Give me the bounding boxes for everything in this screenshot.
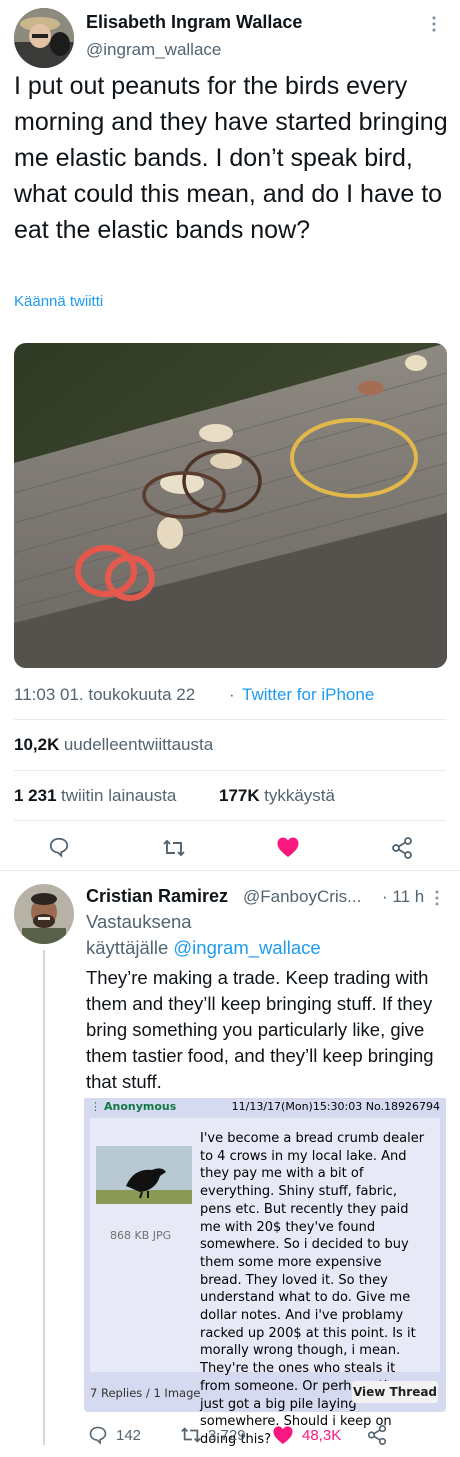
retweets-stat[interactable]: 10,2K uudelleentwiittausta — [14, 735, 213, 755]
retweet-count: 3 729 — [208, 1426, 246, 1444]
tweet-text: I put out peanuts for the birds every mo… — [14, 72, 448, 244]
replying-to-prefix: käyttäjälle — [86, 937, 169, 958]
reply-author-handle[interactable]: @FanboyCris... — [243, 887, 361, 907]
chan-post-body: 868 KB JPG I've become a bread crumb dea… — [90, 1118, 440, 1447]
likes-stat[interactable]: 177K tykkäystä — [219, 786, 335, 806]
retweets-label: uudelleentwiittausta — [63, 735, 214, 754]
reply-retweet-action[interactable]: 3 729 — [180, 1424, 246, 1446]
like-icon — [272, 1425, 294, 1445]
view-thread-button[interactable]: View Thread — [352, 1381, 438, 1403]
replying-prefix: Vastauksena — [86, 911, 192, 932]
author-handle[interactable]: @ingram_wallace — [86, 40, 221, 60]
retweet-icon — [180, 1425, 202, 1445]
share-icon[interactable] — [390, 836, 414, 860]
reply-reply-action[interactable]: 142 — [88, 1424, 141, 1446]
author-name[interactable]: Elisabeth Ingram Wallace — [86, 12, 302, 33]
section-separator — [0, 870, 460, 871]
retweets-count: 10,2K — [14, 735, 60, 754]
divider — [14, 719, 446, 720]
chan-post-footer: 7 Replies / 1 Image — [90, 1386, 201, 1400]
share-icon[interactable] — [366, 1424, 388, 1446]
chan-post-datetime: 11/13/17(Mon)15:30:03 No.18926794 — [231, 1100, 440, 1113]
like-icon[interactable] — [276, 836, 300, 858]
translate-link[interactable]: Käännä twiitti — [14, 293, 103, 310]
tweet-source[interactable]: Twitter for iPhone — [242, 685, 374, 705]
retweet-icon[interactable] — [162, 837, 186, 859]
reply-author-name[interactable]: Cristian Ramirez — [86, 886, 228, 907]
divider — [14, 820, 446, 821]
divider — [14, 770, 446, 771]
quotes-count: 1 231 — [14, 786, 57, 805]
reply-icon — [88, 1425, 108, 1445]
likes-count: 177K — [219, 786, 260, 805]
replying-to: käyttäjälle @ingram_wallace — [86, 937, 321, 959]
replying-to-handle[interactable]: @ingram_wallace — [173, 937, 320, 958]
chan-post-header: ⋮ Anonymous 11/13/17(Mon)15:30:03 No.189… — [84, 1098, 446, 1116]
crow-thumbnail — [96, 1146, 192, 1204]
more-icon[interactable] — [428, 14, 440, 34]
reply-icon[interactable] — [48, 836, 70, 858]
chan-checkbox-icon: ⋮ — [90, 1100, 101, 1113]
like-count: 48,3K — [302, 1426, 342, 1444]
quotes-stat[interactable]: 1 231 twiitin lainausta — [14, 786, 176, 806]
more-icon[interactable] — [432, 889, 442, 907]
meta-separator: · — [229, 685, 235, 704]
chan-file-info: 868 KB JPG — [110, 1229, 172, 1242]
reply-time[interactable]: · 11 h — [382, 887, 424, 907]
reply-like-action[interactable]: 48,3K — [272, 1424, 341, 1446]
tweet-photo[interactable] — [14, 343, 447, 668]
chan-post-image[interactable]: ⋮ Anonymous 11/13/17(Mon)15:30:03 No.189… — [84, 1098, 446, 1447]
chan-poster-name: Anonymous — [104, 1100, 177, 1113]
thread-line — [43, 950, 45, 1445]
tweet-timestamp[interactable]: 11:03 01. toukokuuta 22 — [14, 685, 195, 705]
likes-label: tykkäystä — [264, 786, 335, 805]
author-avatar[interactable] — [14, 8, 74, 68]
reply-avatar[interactable] — [14, 884, 74, 944]
reply-count: 142 — [116, 1426, 142, 1444]
quotes-label: twiitin lainausta — [61, 786, 177, 805]
reply-text: They’re making a trade. Keep trading wit… — [86, 967, 434, 1092]
